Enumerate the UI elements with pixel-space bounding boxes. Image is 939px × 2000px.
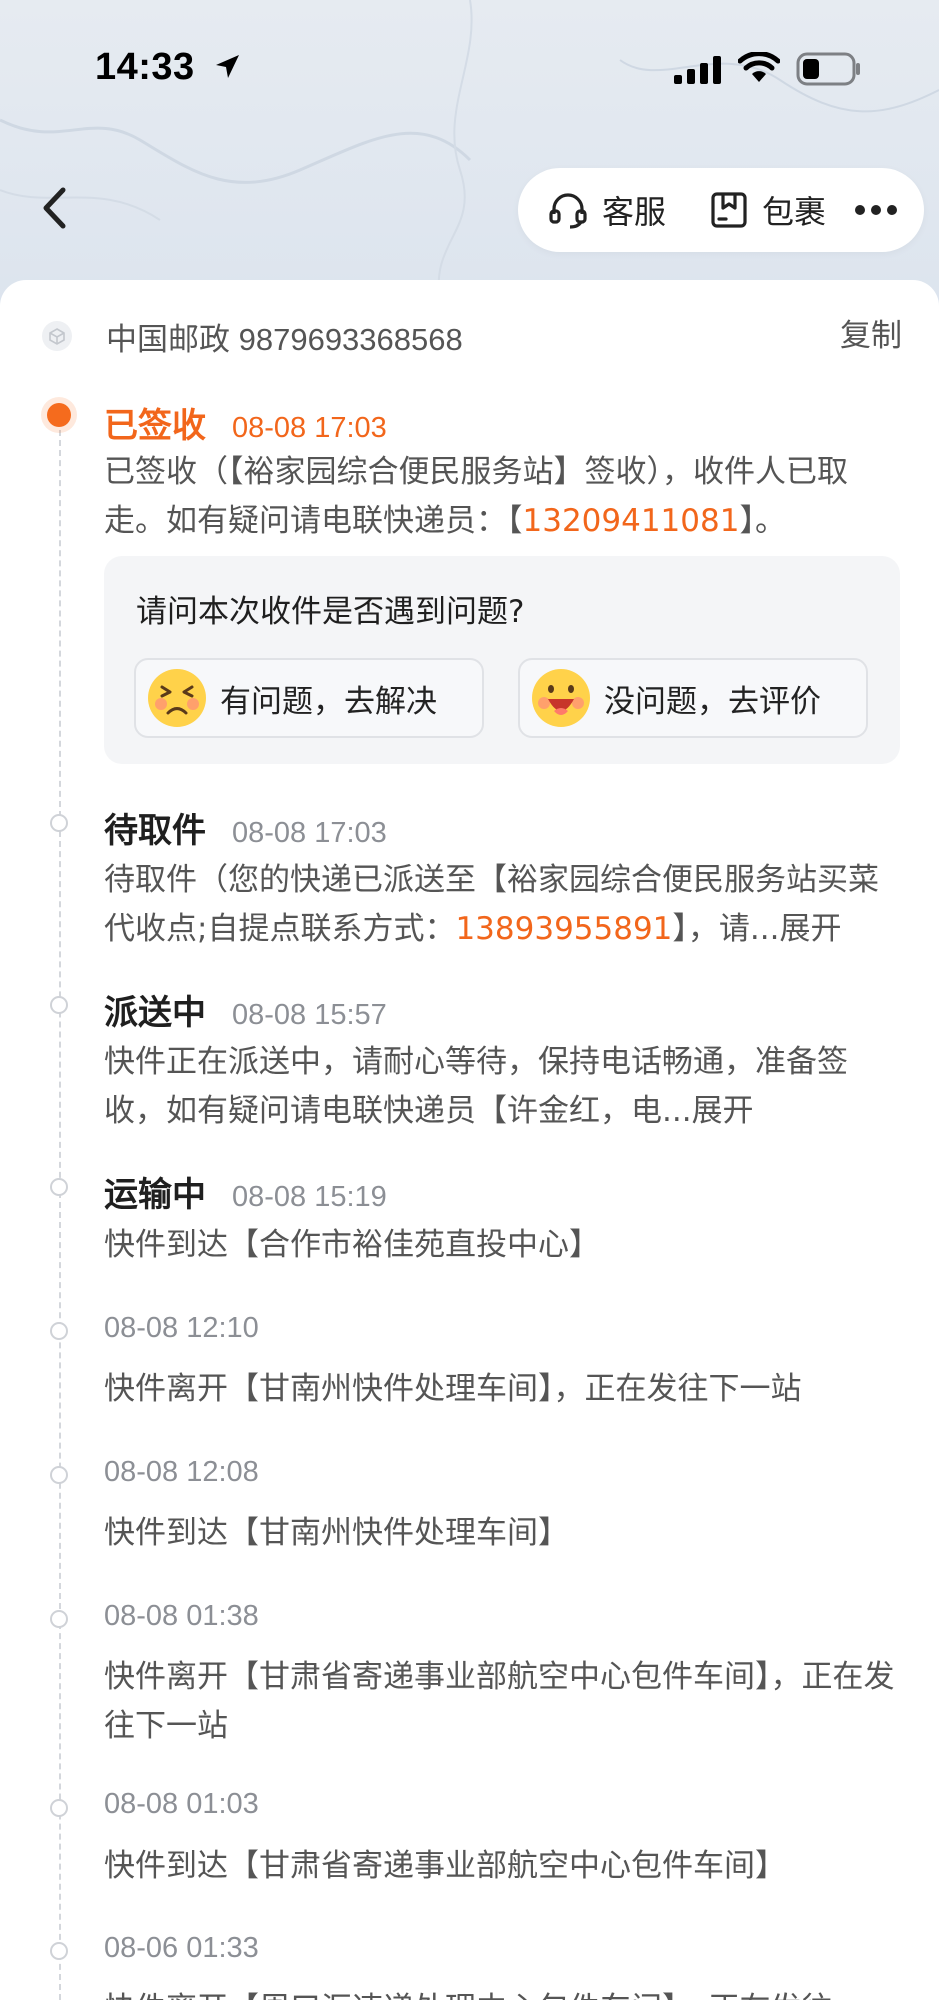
- expand-link[interactable]: 展开: [692, 1093, 754, 1129]
- rate-service-button[interactable]: 没问题，去评价: [518, 658, 868, 738]
- package-label: 包裹: [762, 193, 827, 231]
- event-time: 08-08 12:08: [104, 1456, 259, 1488]
- event-text: 】，请...: [672, 911, 780, 947]
- battery-icon: [796, 52, 860, 86]
- event-description: 快件到达【甘南州快件处理车间】: [104, 1515, 569, 1551]
- event-description: 快件到达【合作市裕佳苑直投中心】: [104, 1227, 600, 1263]
- timeline-dot: [50, 814, 68, 832]
- more-button[interactable]: [854, 168, 898, 252]
- copy-button[interactable]: 复制: [840, 310, 902, 362]
- event-header: 08-08 01:03: [104, 1788, 259, 1821]
- event-status: 待取件: [104, 811, 206, 851]
- report-problem-button[interactable]: 有问题，去解决: [134, 658, 484, 738]
- status-time: 14:33: [95, 46, 195, 88]
- package-icon: [711, 192, 747, 228]
- event-header: 08-08 12:10: [104, 1312, 259, 1345]
- event-description: 快件正在派送中，请耐心等待，保持电话畅通，准备签收，如有疑问请电联快递员【许金红…: [104, 1038, 904, 1136]
- event-time: 08-06 01:33: [104, 1932, 259, 1964]
- event-header: 已签收 08-08 17:03: [104, 398, 387, 447]
- timeline-dot: [50, 1610, 68, 1628]
- timeline-dot: [50, 996, 68, 1014]
- timeline-dot: [50, 1322, 68, 1340]
- event-header: 08-06 01:33: [104, 1932, 259, 1965]
- timeline-dot: [50, 1799, 68, 1817]
- carrier-row: 中国邮政 9879693368568 复制: [42, 310, 902, 362]
- event-time: 08-08 17:03: [232, 817, 387, 849]
- event-description: 快件到达【甘肃省寄递事业部航空中心包件车间】: [104, 1848, 786, 1884]
- event-time: 08-08 01:38: [104, 1600, 259, 1632]
- event-description: 已签收（【裕家园综合便民服务站】签收），收件人已取走。如有疑问请电联快递员：【1…: [104, 448, 904, 546]
- event-time: 08-08 01:03: [104, 1788, 259, 1820]
- pickup-phone-link[interactable]: 13893955891: [455, 911, 672, 947]
- back-button[interactable]: [30, 178, 78, 238]
- customer-service-label: 客服: [602, 193, 667, 231]
- sad-face-icon: [148, 669, 206, 727]
- event-status: 已签收: [104, 406, 206, 446]
- event-text: 】。: [739, 503, 786, 539]
- status-bar: 14:33: [0, 0, 939, 140]
- event-header: 派送中 08-08 15:57: [104, 985, 387, 1034]
- event-header: 08-08 01:38: [104, 1600, 259, 1633]
- event-status: 运输中: [104, 1175, 206, 1215]
- chevron-left-icon: [43, 187, 66, 229]
- report-problem-label: 有问题，去解决: [220, 683, 437, 720]
- event-description: 快件离开【周口汇速递处理中心包件车间】，正在发往: [104, 1985, 904, 2000]
- feedback-question: 请问本次收件是否遇到问题?: [136, 594, 525, 630]
- event-description: 快件离开【甘南州快件处理车间】，正在发往下一站: [104, 1371, 802, 1407]
- event-header: 运输中 08-08 15:19: [104, 1167, 387, 1216]
- event-header: 08-08 12:08: [104, 1456, 259, 1489]
- cellular-signal-icon: [674, 56, 721, 84]
- event-description: 待取件（您的快递已派送至【裕家园综合便民服务站买菜代收点;自提点联系方式：138…: [104, 856, 904, 954]
- package-button[interactable]: 包裹: [710, 168, 826, 252]
- event-time: 08-08 15:57: [232, 999, 387, 1031]
- timeline-dot: [50, 1178, 68, 1196]
- event-description: 快件离开【甘肃省寄递事业部航空中心包件车间】，正在发往下一站: [104, 1659, 895, 1744]
- event-time: 08-08 17:03: [232, 412, 387, 444]
- timeline-dot: [50, 1466, 68, 1484]
- rate-service-label: 没问题，去评价: [604, 683, 821, 720]
- feedback-box: 请问本次收件是否遇到问题? 有问题，去解决 没问题，去评价: [104, 556, 900, 764]
- header-actions: 客服 包裹: [518, 168, 924, 252]
- event-time: 08-08 15:19: [232, 1181, 387, 1213]
- event-status: 派送中: [104, 993, 206, 1033]
- timeline-dot-active: [47, 403, 71, 427]
- event-time: 08-08 12:10: [104, 1312, 259, 1344]
- carrier-tracking-number: 中国邮政 9879693368568: [106, 321, 463, 357]
- timeline-line: [59, 430, 61, 2000]
- happy-face-icon: [532, 669, 590, 727]
- headset-icon: [549, 193, 587, 229]
- wifi-icon: [738, 52, 780, 82]
- carrier-logo-icon: [42, 321, 72, 351]
- expand-link[interactable]: 展开: [779, 911, 841, 947]
- customer-service-button[interactable]: 客服: [548, 168, 666, 252]
- timeline-dot: [50, 1942, 68, 1960]
- courier-phone-link[interactable]: 13209411081: [523, 503, 740, 539]
- more-dots-icon: [855, 205, 897, 215]
- event-header: 待取件 08-08 17:03: [104, 803, 387, 852]
- location-arrow-icon: [216, 55, 239, 78]
